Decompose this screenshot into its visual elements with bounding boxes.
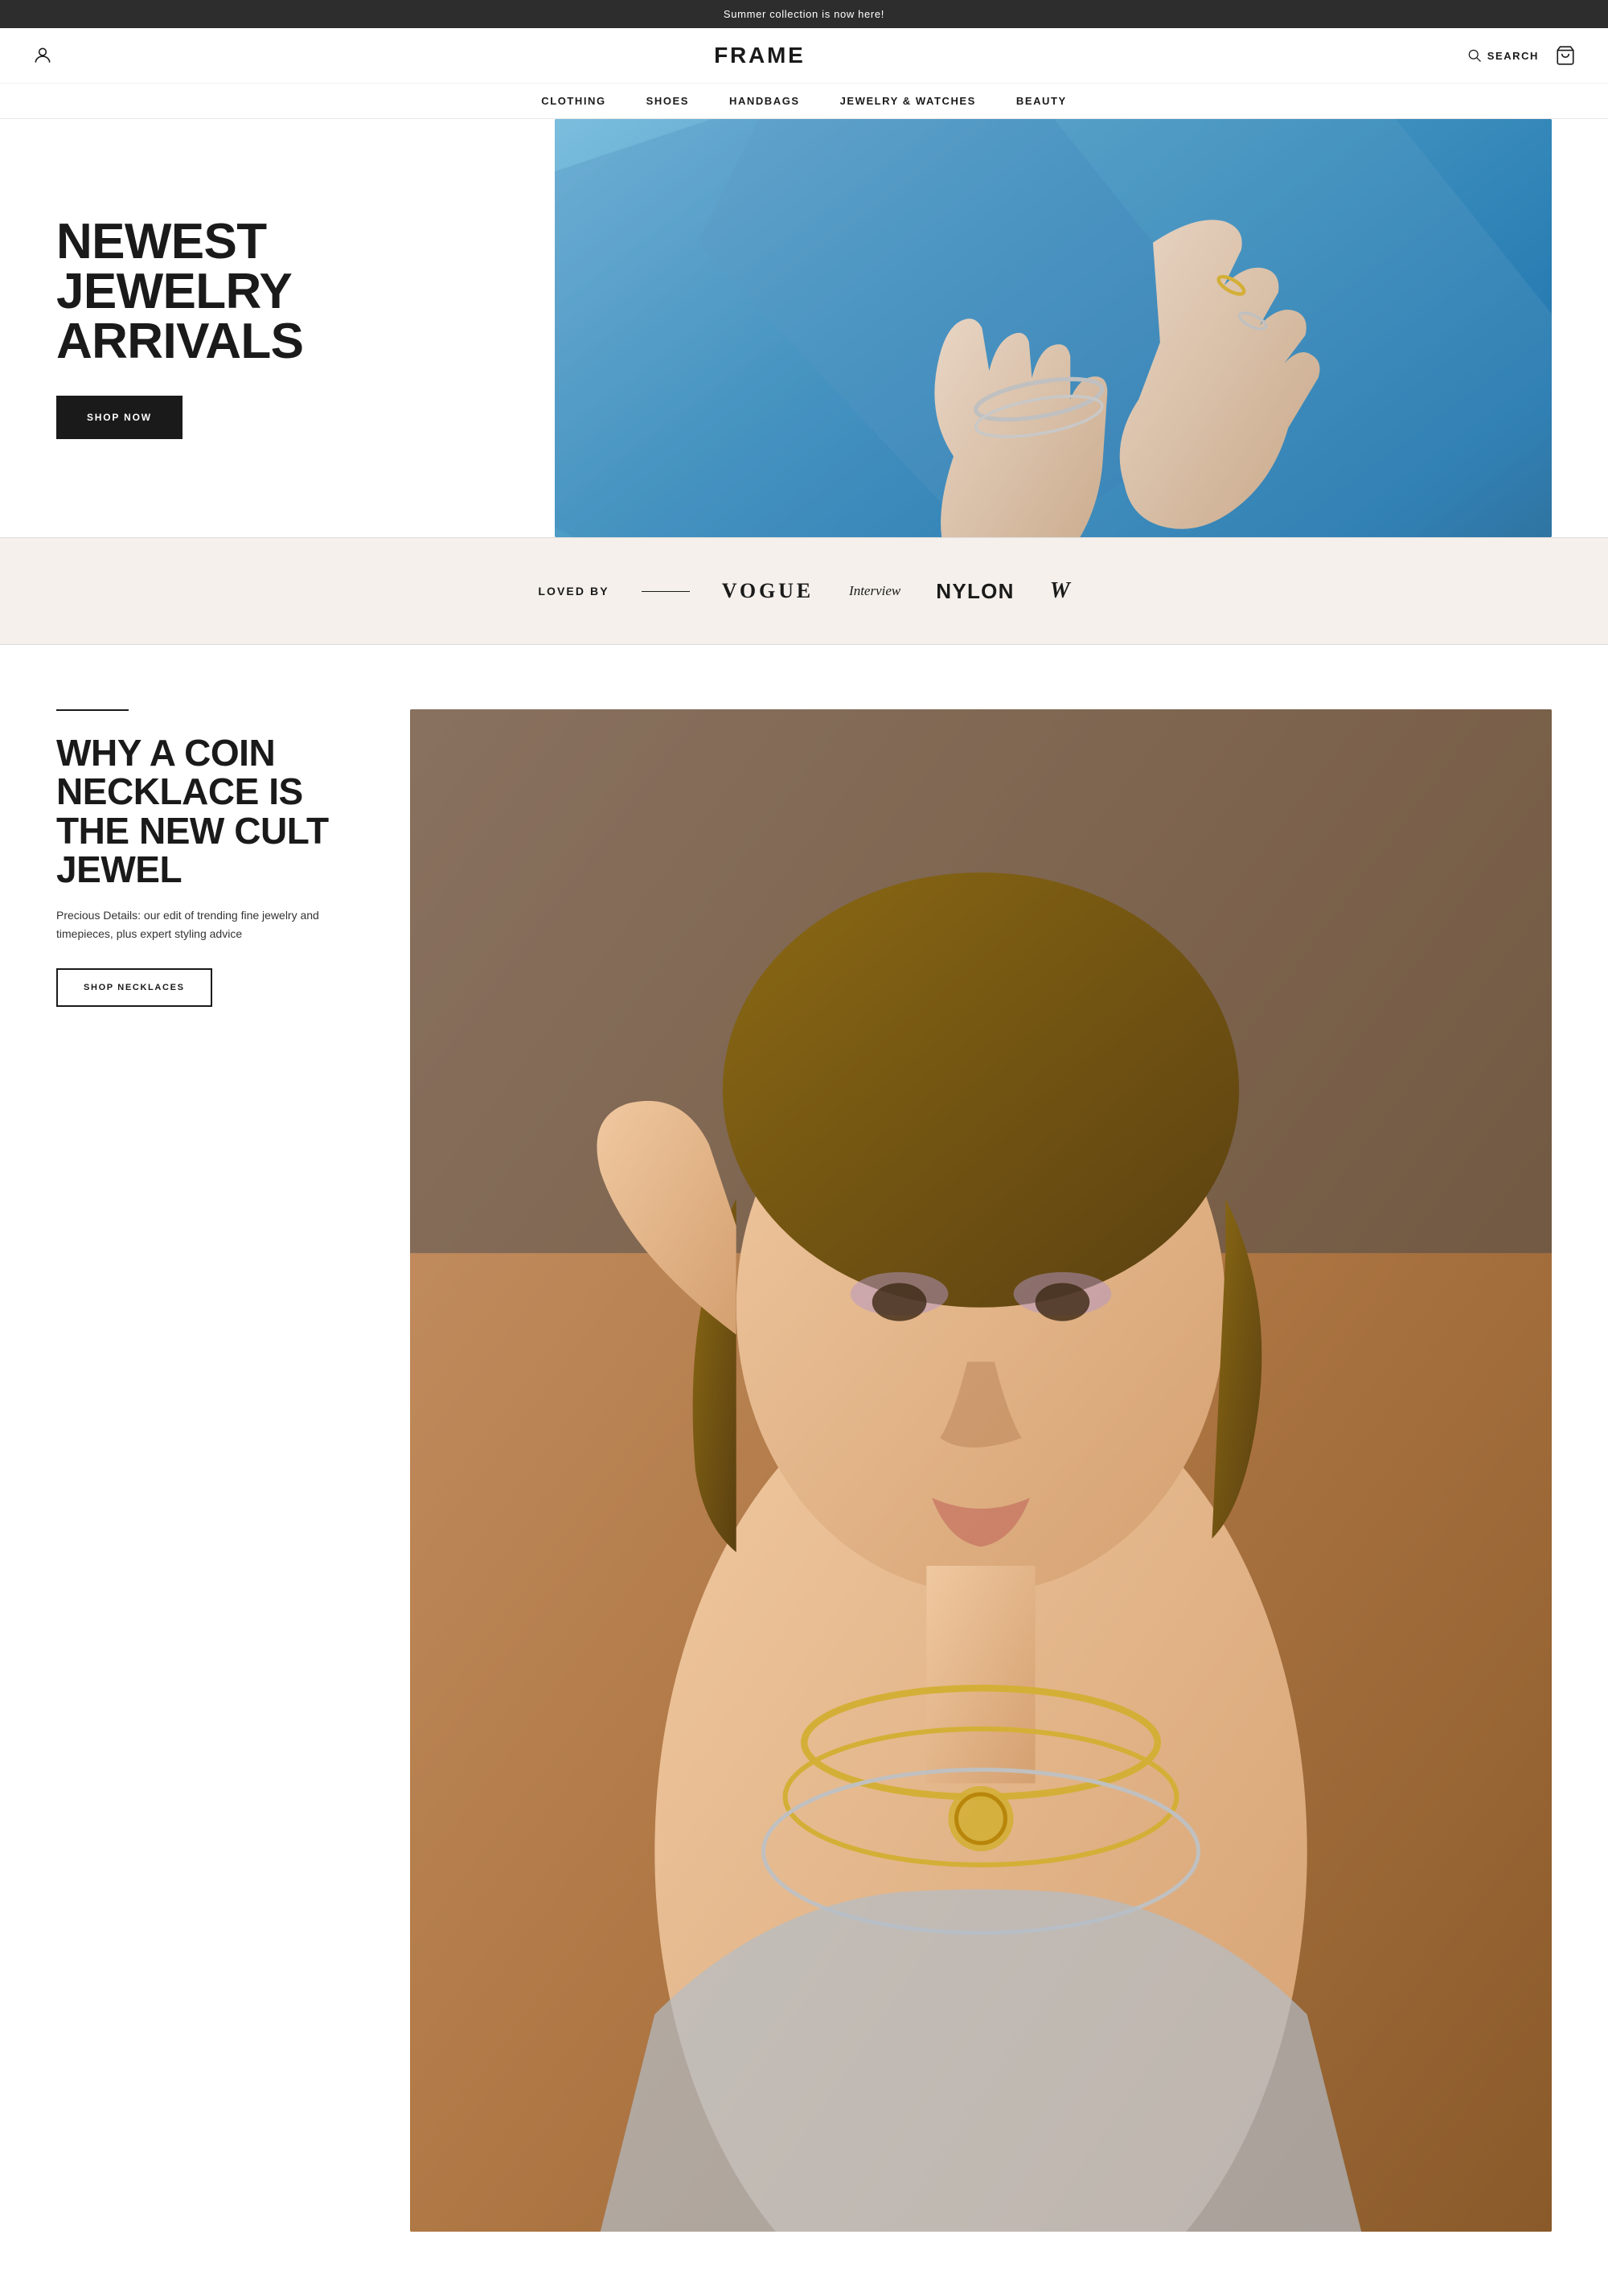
loved-by-label: LOVED BY — [538, 585, 609, 598]
nav-item-beauty[interactable]: BEAUTY — [1016, 95, 1067, 107]
hero-image — [555, 119, 1552, 537]
article-image — [410, 709, 1552, 2232]
nav-item-jewelry-watches[interactable]: JEWELRY & WATCHES — [840, 95, 976, 107]
hero-content: NEWEST JEWELRY ARRIVALS SHOP NOW — [56, 217, 362, 439]
header-left — [32, 45, 53, 66]
nav-item-handbags[interactable]: HANDBAGS — [729, 95, 800, 107]
article-title: WHY A COIN NECKLACE IS THE NEW CULT JEWE… — [56, 733, 362, 889]
search-label: SEARCH — [1487, 50, 1539, 62]
article-content: WHY A COIN NECKLACE IS THE NEW CULT JEWE… — [56, 709, 362, 1007]
announcement-bar: Summer collection is now here! — [0, 0, 1608, 28]
search-icon — [1466, 47, 1483, 64]
loved-by-divider — [642, 591, 690, 592]
header-right: SEARCH — [1466, 45, 1576, 66]
user-account-button[interactable] — [32, 45, 53, 66]
loved-by-section: LOVED BY VOGUE Interview NYLON W — [0, 537, 1608, 645]
article-description: Precious Details: our edit of trending f… — [56, 906, 362, 943]
brand-logos: VOGUE Interview NYLON W — [722, 578, 1070, 604]
nav-item-clothing[interactable]: CLOTHING — [541, 95, 605, 107]
person-icon — [32, 45, 53, 66]
brand-logo-w-magazine: W — [1050, 578, 1070, 604]
brand-logo-nylon: NYLON — [936, 579, 1015, 604]
article-section: WHY A COIN NECKLACE IS THE NEW CULT JEWE… — [0, 645, 1608, 2296]
hero-title: NEWEST JEWELRY ARRIVALS — [56, 217, 362, 367]
header: FRAME SEARCH — [0, 28, 1608, 84]
main-navigation: CLOTHING SHOES HANDBAGS JEWELRY & WATCHE… — [0, 84, 1608, 119]
hero-jewelry-image — [555, 119, 1552, 537]
hero-shop-now-button[interactable]: SHOP NOW — [56, 396, 183, 439]
brand-logo-vogue: VOGUE — [722, 579, 814, 603]
cart-icon — [1555, 45, 1576, 66]
article-divider — [56, 709, 129, 711]
article-shop-necklaces-button[interactable]: SHOP NECKLACES — [56, 968, 212, 1007]
hero-section: NEWEST JEWELRY ARRIVALS SHOP NOW — [0, 119, 1608, 537]
site-logo[interactable]: FRAME — [714, 43, 806, 68]
nav-item-shoes[interactable]: SHOES — [646, 95, 689, 107]
announcement-text: Summer collection is now here! — [724, 8, 884, 20]
cart-button[interactable] — [1555, 45, 1576, 66]
search-button[interactable]: SEARCH — [1466, 47, 1539, 64]
article-person-image — [410, 709, 1552, 2232]
brand-logo-interview: Interview — [849, 583, 900, 599]
